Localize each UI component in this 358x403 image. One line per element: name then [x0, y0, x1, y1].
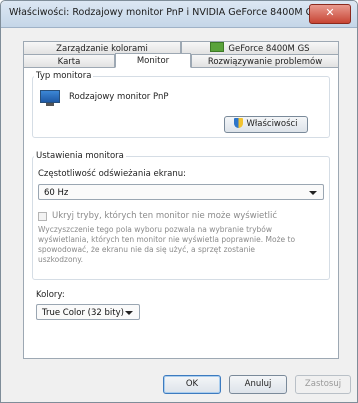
close-button[interactable]: ✕	[309, 4, 351, 24]
properties-button-label: Właściwości	[246, 119, 298, 129]
colors-value: True Color (32 bity)	[42, 308, 124, 318]
ok-button[interactable]: OK	[163, 375, 221, 394]
chevron-down-icon	[309, 191, 317, 195]
tab-label: Monitor	[136, 56, 170, 66]
hide-modes-desc-4: uszkodzony.	[38, 255, 84, 264]
chevron-down-icon	[125, 311, 133, 315]
tab-monitor[interactable]: Monitor	[115, 53, 191, 68]
window-title: Właściwości: Rodzajowy monitor PnP i NVI…	[9, 7, 319, 18]
hide-modes-label: Ukryj tryby, których ten monitor nie moż…	[52, 211, 278, 221]
monitor-type-label: Typ monitora	[34, 71, 94, 81]
tab-panel-monitor: Typ monitora Rodzajowy monitor PnP Właśc…	[23, 67, 339, 359]
nvidia-icon	[210, 42, 225, 52]
monitor-settings-label: Ustawienia monitora	[34, 151, 126, 161]
colors-label: Kolory:	[36, 290, 65, 300]
refresh-rate-label: Częstotliwość odświeżania ekranu:	[38, 169, 186, 179]
properties-button[interactable]: Właściwości	[224, 116, 308, 133]
title-bar: Właściwości: Rodzajowy monitor PnP i NVI…	[1, 1, 357, 28]
monitor-icon	[40, 90, 60, 106]
hide-modes-checkbox[interactable]	[38, 212, 47, 221]
tab-label: Karta	[57, 57, 81, 67]
hide-modes-desc-2: wyświetlania, których ten monitor nie wy…	[38, 235, 296, 244]
hide-modes-desc-1: Wyczyszczenie tego pola wyboru pozwala n…	[38, 225, 273, 234]
hide-modes-desc-3: spowodować, że ekranu nie da się użyć, a…	[38, 245, 256, 254]
refresh-rate-select[interactable]: 60 Hz	[38, 184, 324, 200]
close-icon: ✕	[325, 6, 335, 19]
tab-label: Rozwiązywanie problemów	[207, 57, 323, 67]
properties-dialog: Właściwości: Rodzajowy monitor PnP i NVI…	[0, 0, 358, 403]
cancel-button[interactable]: Anuluj	[229, 375, 287, 394]
tab-label: GeForce 8400M GS	[228, 44, 310, 54]
colors-select[interactable]: True Color (32 bity)	[36, 304, 140, 320]
tab-adapter[interactable]: Karta	[23, 54, 115, 68]
tab-troubleshoot[interactable]: Rozwiązywanie problemów	[191, 54, 339, 68]
shield-icon	[234, 118, 244, 128]
refresh-rate-value: 60 Hz	[44, 188, 69, 198]
monitor-name: Rodzajowy monitor PnP	[69, 92, 169, 102]
apply-button[interactable]: Zastosuj	[295, 375, 351, 394]
tab-geforce[interactable]: GeForce 8400M GS	[181, 41, 339, 55]
